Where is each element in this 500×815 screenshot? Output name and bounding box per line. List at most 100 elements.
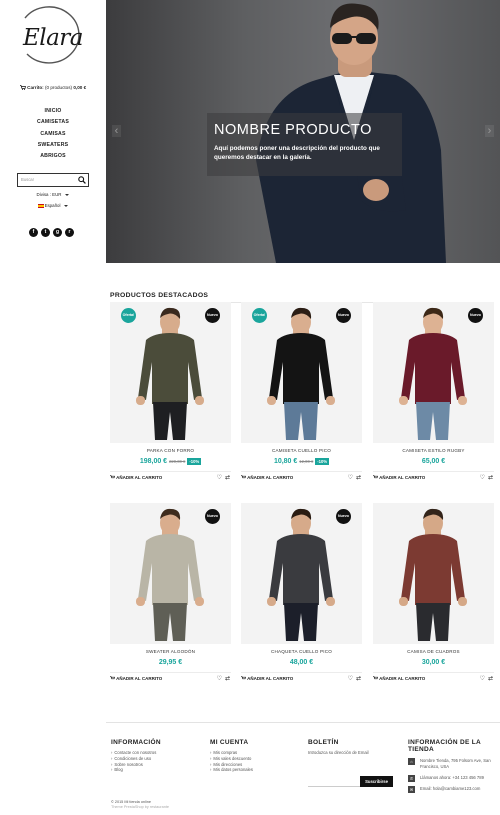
footer-link[interactable]: Blog <box>111 767 201 773</box>
cart-icon <box>241 676 246 680</box>
nav-item-camisetas[interactable]: CAMISETAS <box>0 117 106 128</box>
product-prices: 198,00 €220,00 € -10% <box>110 457 231 465</box>
product-prices: 10,80 €12,00 € -10% <box>241 457 362 465</box>
chevron-down-icon <box>64 204 69 207</box>
currency-selector[interactable]: Divisa : EUR <box>0 191 106 199</box>
wishlist-heart-icon[interactable]: ♡ <box>480 475 485 481</box>
search-input[interactable]: Buscar <box>17 173 89 187</box>
product-image[interactable]: Oferta! Nuevo <box>110 302 231 443</box>
subscribe-button[interactable]: Suscribirse <box>360 776 393 787</box>
product-actions: AÑADIR AL CARRITO ♡ ⇄ <box>373 471 494 481</box>
product-image[interactable] <box>373 503 494 644</box>
product-image[interactable]: Oferta! Nuevo <box>241 302 362 443</box>
cart-icon <box>19 85 26 91</box>
product-price: 198,00 € <box>139 458 168 465</box>
product-price: 29,95 € <box>158 659 183 666</box>
slider-next-icon[interactable]: › <box>485 125 494 137</box>
newsletter-text: Introduzca su dirección de Email <box>308 750 369 755</box>
sidebar: Elara Carrito: (0 productos) 0,00 € INIC… <box>0 0 106 263</box>
cart-icon <box>110 475 115 479</box>
wishlist-heart-icon[interactable]: ♡ <box>348 475 353 481</box>
product-price: 10,80 € <box>273 458 298 465</box>
hero-caption: NOMBRE PRODUCTO Aquí podemos poner una d… <box>207 113 402 176</box>
search-icon[interactable] <box>78 176 86 184</box>
product-image[interactable]: Nuevo <box>110 503 231 644</box>
product-prices: 48,00 € <box>241 659 362 666</box>
add-to-cart-label: AÑADIR AL CARRITO <box>379 676 426 681</box>
product-prices: 30,00 € <box>373 659 494 666</box>
footer-account-title: MI CUENTA <box>210 739 249 746</box>
newsletter-form: Suscribirse <box>308 776 393 787</box>
product-card[interactable]: Nuevo SWEATER ALGODÓN 29,95 € AÑADIR AL … <box>110 503 231 693</box>
product-old-price: 220,00 € <box>169 458 186 464</box>
product-name[interactable]: SWEATER ALGODÓN <box>110 649 231 654</box>
add-to-cart-button[interactable]: AÑADIR AL CARRITO <box>373 676 425 681</box>
google-plus-icon[interactable]: g <box>53 228 62 237</box>
add-to-cart-button[interactable]: AÑADIR AL CARRITO <box>241 676 293 681</box>
compare-arrows-icon[interactable]: ⇄ <box>488 475 493 481</box>
compare-arrows-icon[interactable]: ⇄ <box>356 676 361 682</box>
product-model-figure <box>267 307 335 440</box>
product-actions: AÑADIR AL CARRITO ♡ ⇄ <box>110 471 231 481</box>
compare-arrows-icon[interactable]: ⇄ <box>356 475 361 481</box>
envelope-icon: ✉ <box>408 786 415 793</box>
new-badge: Nuevo <box>468 308 483 323</box>
facebook-icon[interactable]: f <box>29 228 38 237</box>
product-image[interactable]: Nuevo <box>241 503 362 644</box>
store-address-text: Nombre Tienda, 795 Folsom Ave, San Franc… <box>420 758 491 769</box>
language-selector[interactable]: Español <box>0 202 106 210</box>
cart-icon <box>373 475 378 479</box>
nav-item-abrigos[interactable]: ABRIGOS <box>0 151 106 162</box>
wishlist-heart-icon[interactable]: ♡ <box>348 676 353 682</box>
wishlist-heart-icon[interactable]: ♡ <box>480 676 485 682</box>
add-to-cart-button[interactable]: AÑADIR AL CARRITO <box>373 475 425 480</box>
cart-summary[interactable]: Carrito: (0 productos) 0,00 € <box>0 85 106 91</box>
new-badge: Nuevo <box>205 308 220 323</box>
product-model-figure <box>399 508 467 641</box>
compare-arrows-icon[interactable]: ⇄ <box>225 475 230 481</box>
product-name[interactable]: CAMISA DE CUADROS <box>373 649 494 654</box>
store-phone-text: Llámanos ahora: +34 123 456 789 <box>420 775 484 780</box>
product-card[interactable]: Oferta! Nuevo PARKA CON FORRO 198,00 €220… <box>110 302 231 492</box>
nav-item-inicio[interactable]: INICIO <box>0 106 106 117</box>
product-image[interactable]: Nuevo <box>373 302 494 443</box>
hero-title: NOMBRE PRODUCTO <box>214 122 372 138</box>
logo-text: Elara <box>22 25 84 51</box>
logo[interactable]: Elara <box>17 6 89 66</box>
footer-account-column: MI CUENTA Mis compras Mis vales descuent… <box>210 739 300 773</box>
rss-icon[interactable]: r <box>65 228 74 237</box>
footer-info-title: INFORMACIÓN <box>111 739 161 746</box>
slider-prev-icon[interactable]: ‹ <box>112 125 121 137</box>
spain-flag-icon <box>37 203 44 208</box>
product-card[interactable]: Oferta! Nuevo CAMISETA CUELLO PICO 10,80 … <box>241 302 362 492</box>
compare-arrows-icon[interactable]: ⇄ <box>225 676 230 682</box>
store-info-title: INFORMACIÓN DE LA TIENDA <box>408 739 481 753</box>
product-card[interactable]: CAMISA DE CUADROS 30,00 € AÑADIR AL CARR… <box>373 503 494 693</box>
add-to-cart-button[interactable]: AÑADIR AL CARRITO <box>110 676 162 681</box>
nav-item-camisas[interactable]: CAMISAS <box>0 129 106 140</box>
main-nav: INICIO CAMISETAS CAMISAS SWEATERS ABRIGO… <box>0 106 106 162</box>
footer-link[interactable]: Mis datos personales <box>210 767 300 773</box>
store-email-link[interactable]: Email: hola@cambiame123.com <box>420 786 498 792</box>
nav-item-sweaters[interactable]: SWEATERS <box>0 140 106 151</box>
product-price: 30,00 € <box>421 659 446 666</box>
discount-badge: -10% <box>315 457 330 465</box>
twitter-icon[interactable]: t <box>41 228 50 237</box>
add-to-cart-button[interactable]: AÑADIR AL CARRITO <box>110 475 162 480</box>
product-model-figure <box>136 307 204 440</box>
product-name[interactable]: CAMISETA ESTILO RUGBY <box>373 448 494 453</box>
wishlist-heart-icon[interactable]: ♡ <box>217 676 222 682</box>
newsletter-email-input[interactable] <box>308 776 361 787</box>
product-name[interactable]: CAMISETA CUELLO PICO <box>241 448 362 453</box>
product-card[interactable]: Nuevo CHAQUETA CUELLO PICO 48,00 € AÑADI… <box>241 503 362 693</box>
compare-arrows-icon[interactable]: ⇄ <box>488 676 493 682</box>
product-name[interactable]: PARKA CON FORRO <box>110 448 231 453</box>
wishlist-heart-icon[interactable]: ♡ <box>217 475 222 481</box>
product-model-figure <box>267 508 335 641</box>
hero-slider[interactable]: NOMBRE PRODUCTO Aquí podemos poner una d… <box>106 0 500 263</box>
add-to-cart-button[interactable]: AÑADIR AL CARRITO <box>241 475 293 480</box>
product-name[interactable]: CHAQUETA CUELLO PICO <box>241 649 362 654</box>
product-card[interactable]: Nuevo CAMISETA ESTILO RUGBY 65,00 € AÑAD… <box>373 302 494 492</box>
chevron-down-icon <box>65 193 70 196</box>
footer-newsletter-column: BOLETÍN Introduzca su dirección de Email… <box>308 739 398 799</box>
